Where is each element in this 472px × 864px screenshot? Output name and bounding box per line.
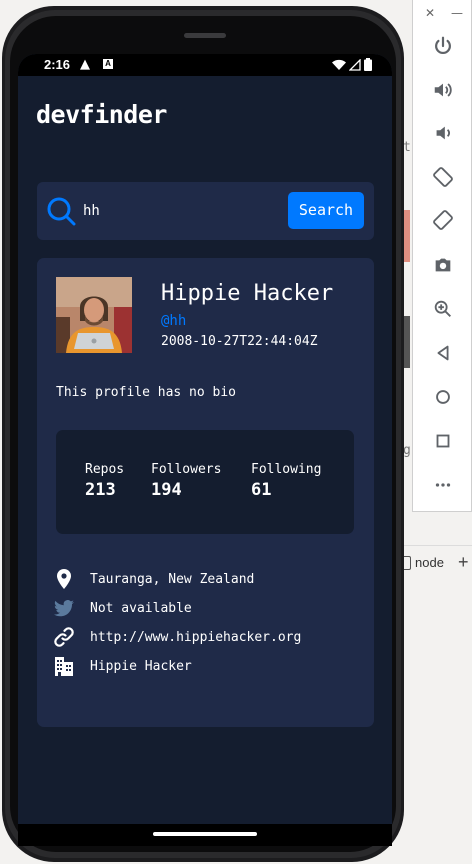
stat-followers: Followers 194	[151, 462, 221, 500]
phone-speaker	[184, 33, 226, 38]
website-link[interactable]: http://www.hippiehacker.org	[90, 630, 301, 645]
minimize-icon[interactable]: —	[451, 6, 463, 20]
ide-divider	[398, 545, 472, 546]
close-icon[interactable]: ✕	[425, 6, 435, 20]
stat-following: Following 61	[251, 462, 321, 500]
ide-text-fragment: t	[403, 140, 411, 155]
company-text: Hippie Hacker	[90, 658, 192, 674]
search-button[interactable]: Search	[288, 192, 364, 229]
ide-background	[404, 0, 412, 864]
stat-value: 213	[85, 480, 116, 500]
profile-bio: This profile has no bio	[56, 385, 237, 400]
camera-icon[interactable]	[430, 252, 456, 278]
home-indicator[interactable]	[153, 832, 257, 836]
info-company: Hippie Hacker	[54, 656, 192, 676]
stat-value: 61	[251, 480, 272, 500]
location-text: Tauranga, New Zealand	[90, 571, 255, 587]
power-icon[interactable]	[430, 33, 456, 59]
zoom-icon[interactable]	[430, 296, 456, 322]
stat-repos: Repos 213	[85, 462, 124, 500]
more-icon[interactable]	[430, 472, 456, 498]
stat-label: Followers	[151, 462, 222, 477]
twitter-text: Not available	[90, 600, 192, 616]
navigation-bar	[18, 824, 392, 846]
location-pin-icon	[54, 569, 74, 589]
twitter-icon	[54, 598, 74, 618]
status-time: 2:16	[44, 57, 71, 72]
info-location: Tauranga, New Zealand	[54, 569, 254, 589]
status-bar: 2:16 ▲ A	[18, 54, 392, 76]
link-icon	[54, 627, 74, 647]
ide-text-fragment: g	[403, 443, 411, 458]
profile-joined-date: 2008-10-27T22:44:04Z	[161, 334, 318, 349]
notification-icon: A	[103, 59, 113, 69]
info-twitter: Not available	[54, 598, 192, 618]
rotate-right-icon[interactable]	[430, 207, 456, 233]
wifi-icon	[332, 59, 346, 70]
battery-icon	[364, 58, 372, 71]
app-title: devfinder	[36, 100, 167, 129]
overview-icon[interactable]	[430, 428, 456, 454]
stat-label: Repos	[85, 462, 125, 477]
search-bar: Search	[37, 182, 374, 240]
profile-name: Hippie Hacker	[161, 281, 334, 306]
stats-panel: Repos 213 Followers 194 Following 61	[56, 430, 354, 534]
ide-highlight	[404, 316, 410, 368]
search-icon	[47, 197, 76, 226]
volume-up-icon[interactable]	[430, 77, 456, 103]
ide-tab-label: node	[415, 555, 444, 570]
info-website: http://www.hippiehacker.org	[54, 627, 301, 647]
ide-highlight	[404, 210, 410, 262]
back-icon[interactable]	[430, 340, 456, 366]
stat-value: 194	[151, 480, 182, 500]
add-tab-button[interactable]: +	[458, 552, 469, 573]
ide-tab-node[interactable]: node	[400, 555, 444, 570]
volume-down-icon[interactable]	[430, 120, 456, 146]
phone-frame: 2:16 ▲ A devfinder Search	[2, 6, 404, 862]
profile-card: Hippie Hacker @hh 2008-10-27T22:44:04Z T…	[37, 258, 374, 727]
emulator-toolbar: ✕ —	[412, 0, 472, 512]
building-icon	[54, 656, 74, 676]
warning-icon: ▲	[80, 57, 90, 72]
device-screen: 2:16 ▲ A devfinder Search	[18, 54, 392, 846]
rotate-left-icon[interactable]	[430, 164, 456, 190]
home-icon[interactable]	[430, 384, 456, 410]
avatar	[56, 277, 132, 353]
stat-label: Following	[251, 462, 322, 477]
profile-login-link[interactable]: @hh	[161, 313, 186, 329]
signal-icon	[349, 58, 361, 71]
search-input[interactable]	[83, 199, 283, 223]
